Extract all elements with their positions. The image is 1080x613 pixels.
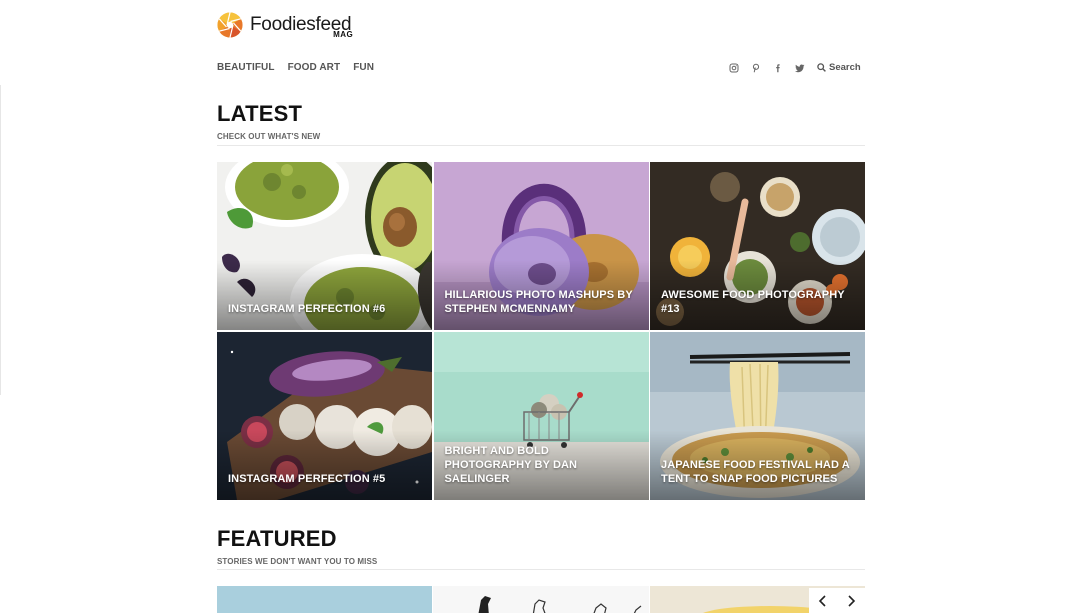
article-card-photo-mashups[interactable]: HILLARIOUS PHOTO MASHUPS BY STEPHEN MCME… [433, 162, 649, 330]
article-card-instagram-perfection-6[interactable]: INSTAGRAM PERFECTION #6 [217, 162, 432, 330]
latest-subtitle: CHECK OUT WHAT'S NEW [217, 132, 321, 141]
logo-sub: MAG [333, 30, 354, 39]
carousel-next-button[interactable] [843, 593, 859, 609]
logo-wordmark: Foodiesfeed MAG [250, 12, 354, 39]
carousel-prev-button[interactable] [815, 593, 831, 609]
chevron-left-icon [818, 594, 826, 607]
pinterest-icon[interactable] [749, 61, 762, 74]
article-title: BRIGHT AND BOLD PHOTOGRAPHY BY DAN SAELI… [444, 445, 578, 485]
article-card-japanese-food-festival[interactable]: JAPANESE FOOD FESTIVAL HAD A TENT TO SNA… [650, 332, 865, 500]
page-edge-divider [0, 85, 1, 395]
featured-card[interactable] [433, 586, 649, 613]
article-title: INSTAGRAM PERFECTION #6 [228, 303, 386, 315]
facebook-icon[interactable] [771, 61, 784, 74]
caption-shade [217, 260, 432, 330]
article-title: JAPANESE FOOD FESTIVAL HAD A TENT TO SNA… [661, 459, 850, 485]
article-card-bright-and-bold[interactable]: BRIGHT AND BOLD PHOTOGRAPHY BY DAN SAELI… [433, 332, 649, 500]
caption-shade [217, 430, 432, 500]
featured-photo [478, 596, 642, 613]
featured-title: FEATURED [217, 526, 337, 551]
search-icon [817, 63, 826, 72]
site-logo[interactable]: Foodiesfeed MAG [217, 12, 354, 39]
nav-item-beautiful[interactable]: BEAUTIFUL [217, 62, 275, 74]
featured-carousel [217, 586, 865, 613]
article-card-awesome-food-13[interactable]: AWESOME FOOD PHOTOGRAPHY #13 [650, 162, 865, 330]
nav-item-fun[interactable]: FUN [353, 62, 374, 74]
search-button[interactable]: Search [817, 62, 861, 73]
article-card-instagram-perfection-5[interactable]: INSTAGRAM PERFECTION #5 [217, 332, 432, 500]
main-nav: BEAUTIFUL FOOD ART FUN [217, 62, 374, 74]
nav-item-food-art[interactable]: FOOD ART [288, 62, 341, 74]
chevron-right-icon [848, 594, 856, 607]
featured-subtitle: STORIES WE DON'T WANT YOU TO MISS [217, 557, 378, 566]
social-links: Search [727, 61, 861, 74]
aperture-logo-icon [217, 12, 243, 38]
article-title: HILLARIOUS PHOTO MASHUPS BY STEPHEN MCME… [444, 289, 633, 315]
search-label: Search [829, 62, 861, 73]
article-title: AWESOME FOOD PHOTOGRAPHY #13 [661, 289, 845, 315]
featured-card[interactable] [217, 586, 432, 613]
carousel-controls [809, 588, 865, 613]
twitter-icon[interactable] [793, 61, 806, 74]
article-title: INSTAGRAM PERFECTION #5 [228, 473, 386, 485]
latest-divider [217, 145, 865, 146]
featured-divider [217, 569, 865, 570]
instagram-icon[interactable] [727, 61, 740, 74]
latest-title: LATEST [217, 101, 303, 126]
latest-grid: INSTAGRAM PERFECTION #6 HILLARIOUS PHOTO… [217, 162, 865, 500]
